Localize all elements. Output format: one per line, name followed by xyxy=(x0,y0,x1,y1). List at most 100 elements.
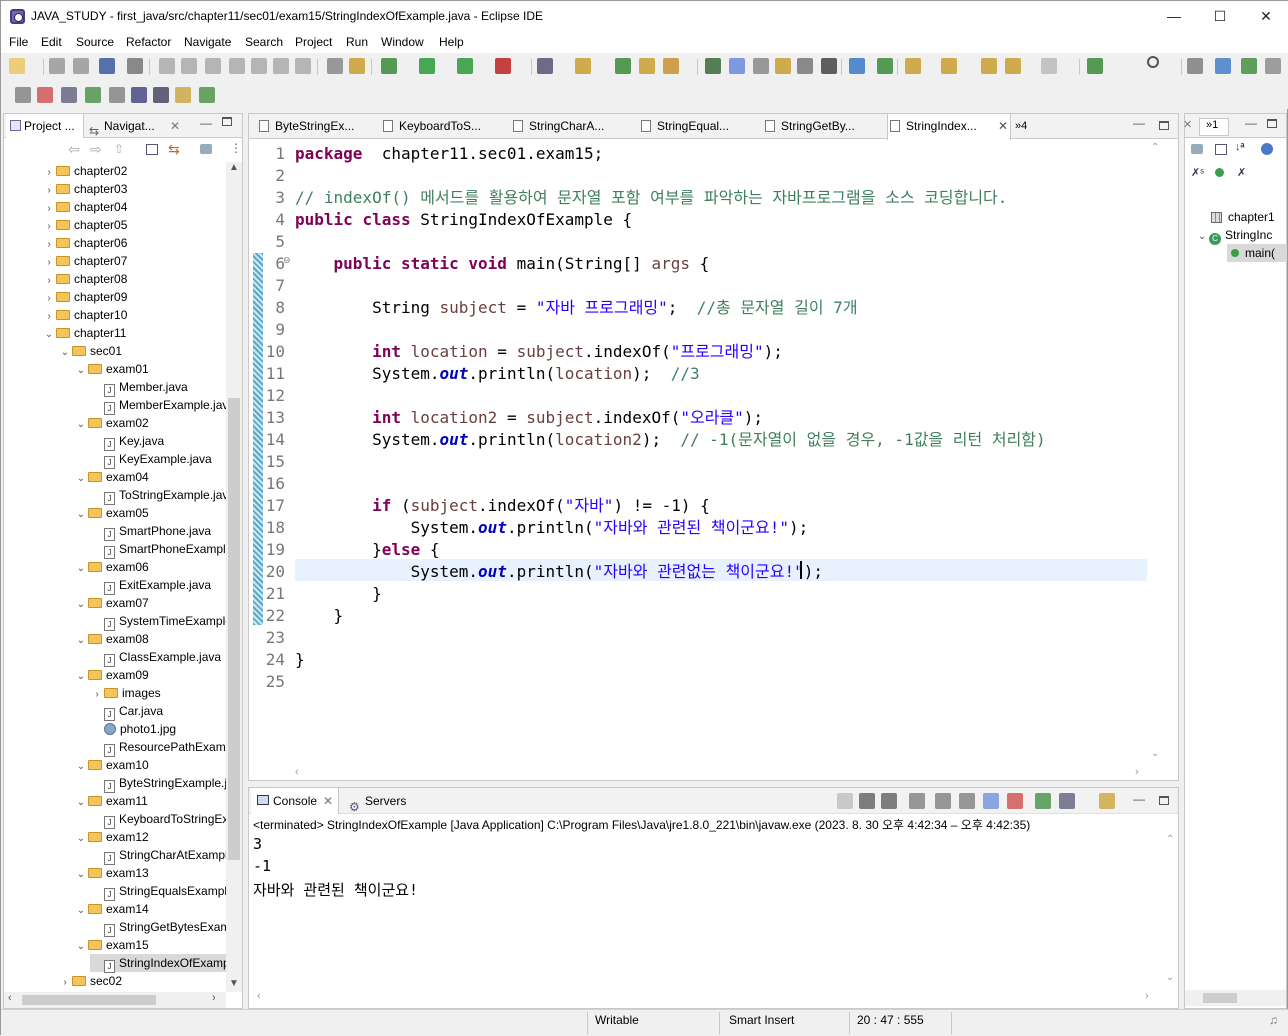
tree-hscroll-thumb[interactable] xyxy=(22,995,156,1005)
tree-file[interactable]: JStringGetBytesExample.java xyxy=(90,918,226,937)
step-return-icon[interactable] xyxy=(295,58,311,74)
chevron-down-icon[interactable]: ⌄ xyxy=(74,560,88,578)
suspend-icon[interactable] xyxy=(181,58,197,74)
maximize-editor-icon[interactable] xyxy=(1159,121,1169,130)
tree-folder[interactable]: ⌄ exam15 xyxy=(74,936,149,954)
chevron-down-icon[interactable]: ⌄ xyxy=(74,416,88,434)
editor-horizontal-scrollbar[interactable]: ‹ › xyxy=(295,766,1147,782)
tab-editor-file[interactable]: StringGetBy... xyxy=(763,114,883,139)
menu-edit[interactable]: Edit xyxy=(41,35,62,49)
remove-launch-icon[interactable] xyxy=(859,793,875,809)
tab-console[interactable]: Console ✕ xyxy=(251,788,339,814)
scroll-right-icon[interactable]: › xyxy=(212,992,216,1004)
next-edit-icon[interactable] xyxy=(905,58,921,74)
tree-folder[interactable]: › sec02 xyxy=(58,972,122,990)
tree-file[interactable]: JStringEqualsExample.java xyxy=(90,882,226,901)
show-whitespace-icon[interactable] xyxy=(821,58,837,74)
tree-folder[interactable]: › chapter08 xyxy=(42,270,127,288)
tree-horizontal-scrollbar[interactable]: ‹ › xyxy=(4,992,226,1008)
step-into-icon[interactable] xyxy=(251,58,267,74)
code-line[interactable]: public class StringIndexOfExample { xyxy=(295,209,632,231)
tree-folder[interactable]: ⌄ sec01 xyxy=(58,342,122,360)
tree-folder[interactable]: ⌄ exam14 xyxy=(74,900,149,918)
terminal-icon[interactable] xyxy=(99,58,115,74)
console-vertical-scrollbar[interactable]: ⌃ ⌄ xyxy=(1162,834,1178,990)
tree-file[interactable]: J ClassExample.java xyxy=(90,648,221,667)
git-icon[interactable] xyxy=(175,87,191,103)
chevron-down-icon[interactable]: ⌄ xyxy=(74,596,88,614)
debug-perspective-icon[interactable] xyxy=(1241,58,1257,74)
tree-folder[interactable]: › chapter09 xyxy=(42,288,127,306)
more-tabs-button[interactable]: »4 xyxy=(1015,114,1027,139)
console-scroll-up-icon[interactable]: ⌃ xyxy=(1166,834,1174,845)
globe-icon[interactable] xyxy=(849,58,865,74)
tree-folder[interactable]: ⌄ exam13 xyxy=(74,864,149,882)
word-wrap-icon[interactable] xyxy=(959,793,975,809)
minimize-console-icon[interactable]: — xyxy=(1133,792,1145,806)
menu-window[interactable]: Window xyxy=(381,35,424,49)
fold-collapse-icon[interactable]: ⊖ xyxy=(283,255,291,266)
sort-alpha-icon[interactable]: ↓ᵃ xyxy=(1235,141,1245,153)
tree-scroll-thumb[interactable] xyxy=(228,398,240,860)
tree-file[interactable]: J Key.java xyxy=(90,432,164,451)
outline-class-item[interactable]: ⌄ C StringInc xyxy=(1195,226,1272,245)
collapse-all-icon[interactable] xyxy=(146,144,158,155)
external-tools-icon[interactable] xyxy=(495,58,511,74)
outline-hscrollbar[interactable] xyxy=(1185,990,1286,1006)
back-arrow-icon[interactable]: ⇦ xyxy=(68,141,80,158)
menu-file[interactable]: File xyxy=(9,35,28,49)
code-line[interactable]: if (subject.indexOf("자바") != -1) { xyxy=(295,495,710,517)
open-type-icon[interactable] xyxy=(639,58,655,74)
prev-edit-icon[interactable] xyxy=(941,58,957,74)
chevron-down-icon[interactable]: ⌄ xyxy=(74,470,88,488)
step-over-icon[interactable] xyxy=(273,58,289,74)
import-icon[interactable] xyxy=(199,87,215,103)
outline-focus-icon[interactable] xyxy=(1191,144,1203,154)
chevron-down-icon[interactable]: ⌄ xyxy=(74,632,88,650)
tab-editor-file[interactable]: StringCharA... xyxy=(511,114,631,139)
tree-folder[interactable]: › chapter03 xyxy=(42,180,127,198)
console-scroll-left-icon[interactable]: ‹ xyxy=(257,990,261,1002)
remove-all-icon[interactable] xyxy=(881,793,897,809)
minimize-button[interactable]: — xyxy=(1151,1,1197,33)
tree-file[interactable]: J MemberExample.java xyxy=(90,396,226,415)
tree-folder[interactable]: › chapter04 xyxy=(42,198,127,216)
menu-help[interactable]: Help xyxy=(439,35,464,49)
outline-package-item[interactable]: chapter1 xyxy=(1211,208,1275,226)
tree-file[interactable]: J SmartPhone.java xyxy=(90,522,211,541)
chevron-right-icon[interactable]: › xyxy=(58,974,72,992)
tree-folder[interactable]: ⌄ exam01 xyxy=(74,360,149,378)
tab-navigator[interactable]: ⇆ Navigat... ✕ xyxy=(86,114,186,138)
minimize-editor-icon[interactable]: — xyxy=(1133,116,1145,130)
code-line[interactable]: }else { xyxy=(295,539,439,561)
open-console-icon[interactable] xyxy=(1099,793,1115,809)
code-line[interactable]: int location2 = subject.indexOf("오라클"); xyxy=(295,407,763,429)
chevron-down-icon[interactable]: ⌄ xyxy=(74,758,88,776)
code-line[interactable]: System.out.println(location); //3 xyxy=(295,363,700,385)
tree-file[interactable]: JResourcePathExample.java xyxy=(90,738,226,757)
close-tab-icon[interactable]: ✕ xyxy=(998,114,1008,139)
chevron-down-icon[interactable]: ⌄ xyxy=(74,668,88,686)
tree-file[interactable]: J ExitExample.java xyxy=(90,576,211,595)
new-package-icon[interactable] xyxy=(575,58,591,74)
forward-arrow-icon[interactable]: ⇨ xyxy=(90,141,102,158)
tree-folder[interactable]: ⌄ chapter11 xyxy=(42,324,127,342)
new-icon[interactable] xyxy=(9,58,25,74)
back-icon[interactable] xyxy=(1005,58,1021,74)
tree-file[interactable]: JStringCharAtExample.java xyxy=(90,846,226,865)
save-icon[interactable] xyxy=(49,58,65,74)
menu-run[interactable]: Run xyxy=(346,35,368,49)
disconnect-icon[interactable] xyxy=(229,58,245,74)
view-menu-icon[interactable]: ⋮ xyxy=(230,141,242,155)
forward-icon[interactable] xyxy=(1041,58,1057,74)
hide-local-types-icon[interactable]: ✗ xyxy=(1237,166,1246,179)
scroll-down-icon[interactable]: ▼ xyxy=(229,978,239,989)
pin-icon[interactable] xyxy=(877,58,893,74)
chevron-down-icon[interactable]: ⌄ xyxy=(74,866,88,884)
minimize-outline-icon[interactable]: — xyxy=(1245,116,1257,130)
prev-annotation-icon[interactable] xyxy=(775,58,791,74)
scroll-up-icon[interactable]: ▲ xyxy=(229,162,239,173)
chevron-down-icon[interactable]: ⌄ xyxy=(74,938,88,956)
tree-folder[interactable]: › chapter10 xyxy=(42,306,127,324)
tree-file[interactable]: J KeyExample.java xyxy=(90,450,212,469)
